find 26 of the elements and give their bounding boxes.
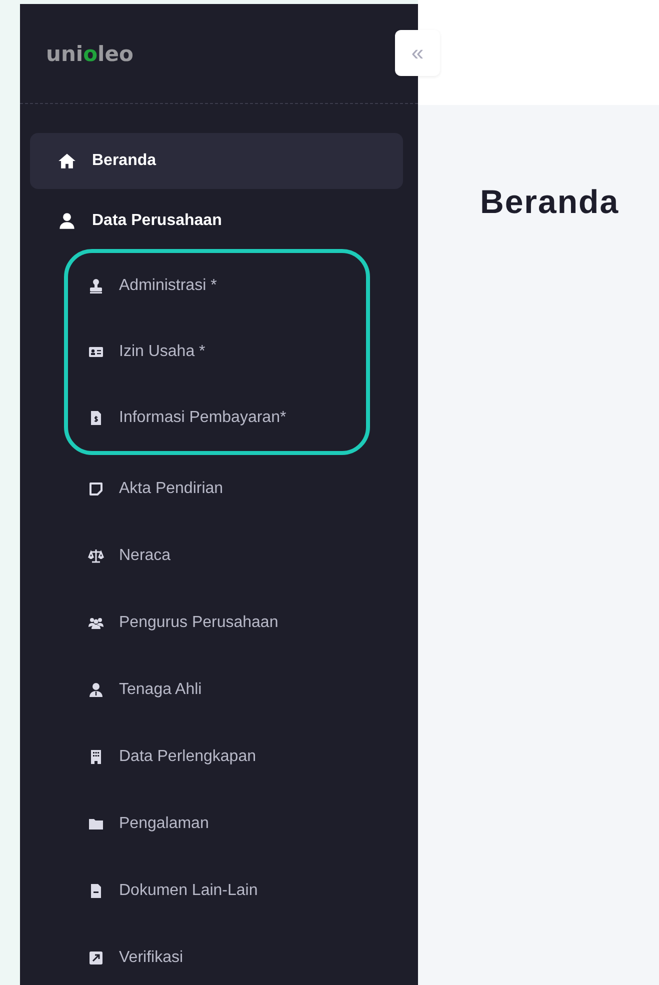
submenu-item[interactable]: Tenaga Ahli <box>30 656 403 723</box>
submenu-item[interactable]: Pengalaman <box>30 790 403 857</box>
submenu-item[interactable]: Pengurus Perusahaan <box>30 589 403 656</box>
scale-icon <box>88 548 104 564</box>
user-tie-icon <box>88 682 104 698</box>
note-icon <box>88 480 104 496</box>
user-icon <box>58 212 76 230</box>
menu-item[interactable]: Data Perusahaan <box>30 191 403 251</box>
home-icon <box>58 152 76 170</box>
logo: unioleo <box>46 42 134 66</box>
stamp-icon <box>88 278 104 294</box>
submenu-item[interactable]: Verifikasi <box>30 924 403 985</box>
submenu-item[interactable]: Izin Usaha * <box>68 319 366 385</box>
document-icon <box>88 882 104 898</box>
submenu-item[interactable]: Neraca <box>30 522 403 589</box>
invoice-icon <box>88 410 104 426</box>
id-card-icon <box>88 344 104 360</box>
arrow-square-icon <box>88 950 104 966</box>
building-icon <box>88 748 104 764</box>
submenu-item[interactable]: Akta Pendirian <box>30 455 403 522</box>
submenu-item[interactable]: Data Perlengkapan <box>30 723 403 790</box>
menu-item[interactable]: Beranda <box>30 133 403 189</box>
page-title: Beranda <box>480 183 620 221</box>
submenu-item[interactable]: Dokumen Lain-Lain <box>30 857 403 924</box>
submenu-item[interactable]: Administrasi * <box>68 253 366 319</box>
submenu-item[interactable]: Informasi Pembayaran* <box>68 385 366 451</box>
